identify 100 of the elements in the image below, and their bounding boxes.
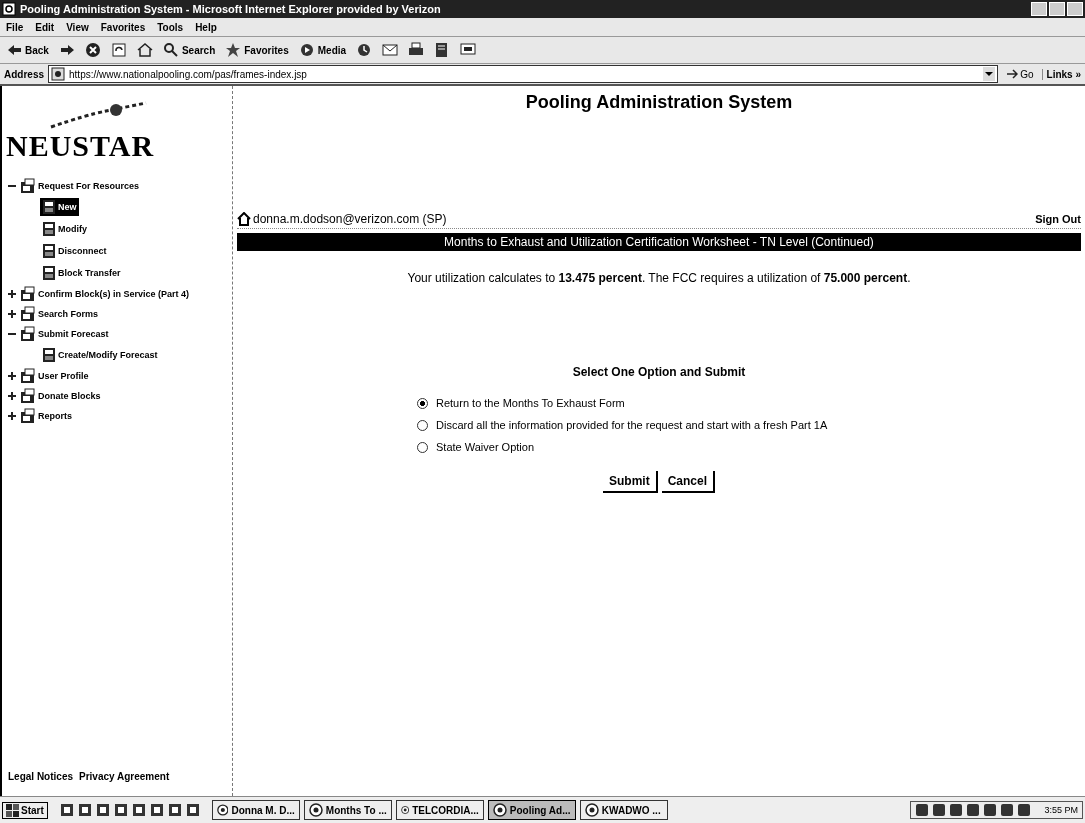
clock-icon xyxy=(356,42,373,58)
taskbar-button[interactable]: KWADWO ... xyxy=(579,800,668,820)
menu-item[interactable]: Tools xyxy=(157,21,184,33)
tree-item[interactable]: User Profile xyxy=(20,368,89,384)
option-label: Discard all the information provided for the request and start with a fresh Part 1A xyxy=(436,419,828,431)
option-label: State Waiver Option xyxy=(436,441,535,453)
document-icon xyxy=(42,243,56,259)
menu-item[interactable]: File xyxy=(6,21,24,33)
expand-toggle[interactable] xyxy=(6,410,18,422)
folder-icon xyxy=(20,178,36,194)
tree-item[interactable]: Block Transfer xyxy=(40,264,123,282)
links-button[interactable]: Links » xyxy=(1041,68,1081,80)
tree-item[interactable]: New xyxy=(40,198,79,216)
envelope-icon xyxy=(382,42,399,58)
window-icon xyxy=(400,803,410,817)
expand-toggle[interactable] xyxy=(6,390,18,402)
section-banner: Months to Exhaust and Utilization Certification Worksheet - TN Level (Continued) xyxy=(237,233,1081,251)
page-title: Pooling Administration System xyxy=(524,91,794,114)
tray-icon xyxy=(1017,803,1032,817)
search-icon xyxy=(162,42,179,58)
button-label: Media xyxy=(317,44,347,56)
back-button[interactable]: Back xyxy=(4,40,51,60)
clock: 3:55 PM xyxy=(1044,805,1078,815)
expand-toggle[interactable] xyxy=(6,308,18,320)
address-label: Address xyxy=(4,68,44,80)
taskbar-button[interactable]: Pooling Ad... xyxy=(487,800,576,820)
plus-icon xyxy=(7,411,17,421)
folder-icon xyxy=(20,306,36,322)
tree-item[interactable]: Create/Modify Forecast xyxy=(40,346,160,364)
back-arrow-icon xyxy=(6,42,22,58)
folder-icon xyxy=(20,326,36,342)
tray-icon xyxy=(932,803,947,817)
forward-arrow-icon xyxy=(58,42,75,58)
house-icon xyxy=(237,212,251,226)
taskbar-button[interactable]: TELCORDIA... xyxy=(395,800,484,820)
tree-item[interactable]: Confirm Block(s) in Service (Part 4) xyxy=(20,286,190,302)
folder-icon xyxy=(20,368,36,384)
quick-launch-icon xyxy=(95,803,110,817)
quick-launch-icon xyxy=(131,803,146,817)
expand-toggle[interactable] xyxy=(6,370,18,382)
sign-out-link[interactable]: Sign Out xyxy=(1035,213,1081,225)
caret-icon xyxy=(985,72,994,76)
tree-item[interactable]: Modify xyxy=(40,220,89,238)
address-field[interactable]: https://www.nationalpooling.com/pas/frames-index.jsp xyxy=(48,65,999,83)
quick-launch-icon xyxy=(167,803,182,817)
radio-button[interactable] xyxy=(417,441,428,453)
search-button[interactable]: Search xyxy=(160,40,218,60)
favorites-button[interactable]: Favorites xyxy=(223,40,291,60)
stop-icon xyxy=(84,42,101,58)
option-label: Return to the Months To Exhaust Form xyxy=(436,397,625,409)
plus-icon xyxy=(7,289,17,299)
tree-item[interactable]: Reports xyxy=(20,408,72,424)
button-label: Favorites xyxy=(244,44,289,56)
folder-icon xyxy=(20,388,36,404)
plus-icon xyxy=(7,309,17,319)
folder-icon xyxy=(20,286,36,302)
tree-item[interactable]: Request For Resources xyxy=(20,178,140,194)
start-button[interactable]: Start xyxy=(2,801,48,819)
footer-link[interactable]: Privacy Agreement xyxy=(79,771,170,782)
tree-item[interactable]: Search Forms xyxy=(20,306,99,322)
dropdown-button[interactable] xyxy=(983,67,996,81)
tray-icon xyxy=(915,803,930,817)
document-icon xyxy=(42,265,56,281)
quick-launch-icon xyxy=(77,803,92,817)
window-icon xyxy=(216,803,229,817)
user-email: donna.m.dodson@verizon.com (SP) xyxy=(253,212,447,226)
radio-button[interactable] xyxy=(417,397,428,409)
arrow-icon xyxy=(1006,68,1019,80)
footer-link[interactable]: Legal Notices xyxy=(8,771,74,782)
menu-item[interactable]: Help xyxy=(195,21,217,33)
expand-toggle[interactable] xyxy=(6,288,18,300)
house-icon xyxy=(136,42,153,58)
radio-button[interactable] xyxy=(417,419,428,431)
quick-launch-icon xyxy=(113,803,128,817)
media-button[interactable]: Media xyxy=(296,40,349,60)
window-icon xyxy=(492,803,507,817)
menu-item[interactable]: Edit xyxy=(35,21,55,33)
form-button[interactable]: Cancel xyxy=(661,471,715,493)
window-title: Pooling Administration System - Microsoft Internet Explorer provided by Verizon xyxy=(20,3,442,15)
play-icon xyxy=(298,42,315,58)
taskbar-button[interactable]: Donna M. D... xyxy=(211,800,300,820)
menu-item[interactable]: View xyxy=(66,21,89,33)
menu-item[interactable]: Favorites xyxy=(100,21,146,33)
taskbar-button[interactable]: Months To ... xyxy=(303,800,392,820)
button-label: Search xyxy=(181,44,216,56)
tree-item[interactable]: Disconnect xyxy=(40,242,109,260)
quick-launch-icon xyxy=(59,803,74,817)
tree-item[interactable]: Donate Blocks xyxy=(20,388,101,404)
page-icon xyxy=(51,67,65,81)
browser-icon xyxy=(2,2,16,16)
form-button[interactable]: Submit xyxy=(603,471,658,493)
document-icon xyxy=(42,221,56,237)
document-icon xyxy=(42,347,56,363)
tray-icon xyxy=(1000,803,1015,817)
star-icon xyxy=(225,42,242,58)
go-button[interactable]: Go xyxy=(1002,68,1038,80)
windows-flag-icon xyxy=(6,803,19,817)
tree-item[interactable]: Submit Forecast xyxy=(20,326,109,342)
company-logo: NEUSTAR xyxy=(6,129,156,163)
plus-icon xyxy=(7,371,17,381)
